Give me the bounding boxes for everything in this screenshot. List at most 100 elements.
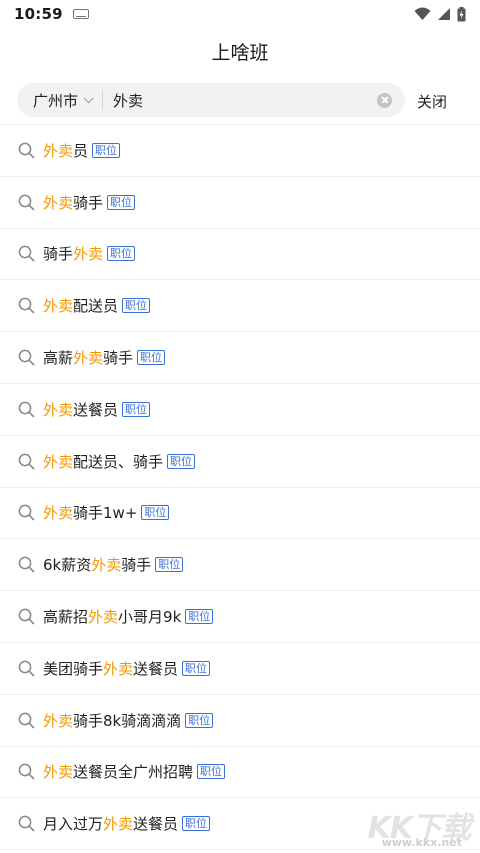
job-tag-badge: 职位 (107, 194, 136, 210)
keyword-highlight: 外卖 (43, 141, 74, 160)
suggestion-text: 6k薪资外卖骑手 (43, 554, 151, 575)
job-tag-badge: 职位 (92, 142, 121, 158)
list-item[interactable]: 骑手外卖 职位 (0, 229, 480, 281)
suggestion-text: 外卖送餐员 (43, 399, 118, 420)
signal-icon (438, 8, 450, 20)
job-tag-badge: 职位 (197, 764, 226, 780)
keyword-highlight: 外卖 (43, 711, 74, 730)
search-box: 广州市 外卖 (17, 83, 405, 117)
search-icon (18, 764, 35, 780)
suggestion-text-part: 员 (73, 141, 89, 160)
keyword-highlight: 外卖 (73, 245, 104, 264)
search-icon (18, 815, 35, 832)
suggestion-text-part: 高薪招 (43, 608, 89, 627)
suggestion-text: 外卖骑手 (43, 192, 103, 213)
suggestion-text-part: 骑手 (103, 349, 134, 368)
keyword-highlight: 外卖 (43, 452, 74, 471)
suggestion-text-part: 骑手1w+ (73, 504, 138, 523)
suggestion-text: 外卖员 (43, 140, 88, 161)
suggestion-text-part: 配送员、骑手 (73, 452, 164, 471)
suggestion-text: 外卖送餐员全广州招聘 (43, 761, 193, 782)
close-button[interactable]: 关闭 (417, 91, 447, 112)
clear-icon[interactable] (377, 92, 392, 108)
keyword-highlight: 外卖 (103, 659, 134, 678)
job-tag-badge: 职位 (107, 246, 136, 262)
search-icon (18, 194, 35, 210)
list-item[interactable]: 外卖骑手 职位 (0, 177, 480, 229)
suggestion-text: 月入过万外卖送餐员 (43, 813, 178, 834)
suggestion-text: 外卖骑手1w+ (43, 502, 137, 523)
keyboard-icon (72, 9, 89, 19)
job-tag-badge: 职位 (141, 505, 170, 521)
search-input[interactable]: 外卖 (113, 90, 377, 111)
list-item[interactable]: 美团骑手外卖送餐员 职位 (0, 643, 480, 695)
page-title: 上啥班 (211, 41, 269, 64)
keyword-highlight: 外卖 (43, 504, 74, 523)
list-item[interactable]: 外卖送餐员 职位 (0, 384, 480, 436)
list-item[interactable]: 外卖配送员、骑手 职位 (0, 436, 480, 488)
suggestion-text: 高薪招外卖小哥月9k (43, 606, 181, 627)
battery-charging-icon (457, 6, 466, 21)
keyword-highlight: 外卖 (43, 763, 74, 782)
suggestion-text: 外卖骑手8k骑滴滴滴 (43, 710, 181, 731)
search-icon (18, 142, 35, 159)
list-item[interactable]: 外卖员 职位 (0, 125, 480, 177)
search-icon (18, 401, 35, 418)
job-tag-badge: 职位 (155, 557, 184, 573)
list-item[interactable]: 高薪外卖骑手 职位 (0, 332, 480, 384)
job-tag-badge: 职位 (182, 660, 211, 676)
search-icon (18, 505, 35, 521)
search-icon (18, 660, 35, 677)
keyword-highlight: 外卖 (103, 815, 134, 834)
job-tag-badge: 职位 (122, 298, 151, 314)
wifi-icon (414, 7, 431, 20)
suggestion-text-part: 骑手 (121, 556, 152, 575)
job-tag-badge: 职位 (185, 712, 214, 728)
keyword-highlight: 外卖 (88, 608, 119, 627)
job-tag-badge: 职位 (182, 816, 211, 832)
city-label: 广州市 (33, 91, 79, 110)
list-item[interactable]: 外卖骑手1w+ 职位 (0, 488, 480, 540)
suggestion-text: 高薪外卖骑手 (43, 347, 133, 368)
suggestion-text-part: 送餐员 (73, 400, 119, 419)
search-icon (18, 556, 35, 573)
suggestion-text-part: 送餐员 (133, 659, 179, 678)
list-item[interactable]: 外卖配送员 职位 (0, 280, 480, 333)
job-tag-badge: 职位 (122, 401, 151, 417)
keyword-highlight: 外卖 (91, 556, 122, 575)
search-icon (18, 246, 35, 262)
list-item[interactable]: 6k薪资外卖骑手 职位 (0, 539, 480, 592)
suggestion-text-part: 骑手8k骑滴滴滴 (73, 711, 182, 730)
keyword-highlight: 外卖 (43, 400, 74, 419)
suggestion-list: 外卖员 职位 外卖骑手 职位 骑手外卖 职位 外卖配送员 职位 高薪外卖骑手 职位 外卖送餐员 职位外… (0, 124, 480, 851)
suggestion-text-part: 骑手 (73, 193, 104, 212)
search-icon (18, 712, 35, 728)
list-item[interactable]: 外卖送餐员全广州招聘 职位 (0, 747, 480, 799)
job-tag-badge: 职位 (185, 609, 214, 625)
suggestion-text-part: 高薪 (43, 349, 74, 368)
suggestion-text: 外卖配送员 (43, 295, 118, 316)
suggestion-text-part: 6k薪资 (43, 556, 92, 575)
suggestion-text-part: 送餐员 (133, 815, 179, 834)
keyword-highlight: 外卖 (43, 297, 74, 316)
search-row: 广州市 外卖 关闭 (0, 80, 480, 122)
suggestion-text-part: 配送员 (73, 297, 119, 316)
list-item[interactable]: 外卖骑手8k骑滴滴滴 职位 (0, 695, 480, 747)
suggestion-text-part: 骑手 (43, 245, 74, 264)
suggestion-text: 骑手外卖 (43, 243, 103, 264)
suggestion-text: 美团骑手外卖送餐员 (43, 658, 178, 679)
list-item[interactable]: 月入过万外卖送餐员 职位 (0, 798, 480, 851)
title-bar: 上啥班 (0, 28, 480, 74)
list-item[interactable]: 高薪招外卖小哥月9k 职位 (0, 591, 480, 643)
search-icon (18, 608, 35, 625)
suggestion-text-part: 小哥月9k (118, 608, 182, 627)
keyword-highlight: 外卖 (73, 349, 104, 368)
search-icon (18, 297, 35, 314)
suggestion-text-part: 送餐员全广州招聘 (73, 763, 194, 782)
city-selector[interactable]: 广州市 (17, 83, 94, 117)
suggestion-text: 外卖配送员、骑手 (43, 451, 163, 472)
suggestion-text-part: 月入过万 (43, 815, 104, 834)
status-bar: 10:59 (0, 0, 480, 28)
status-time: 10:59 (14, 5, 63, 23)
search-icon (18, 453, 35, 469)
